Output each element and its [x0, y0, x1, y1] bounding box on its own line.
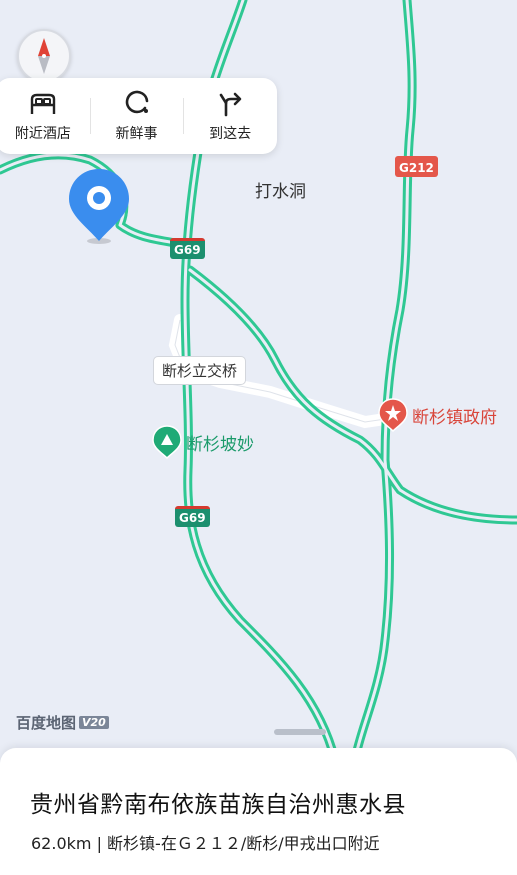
brand-version: V20: [79, 716, 109, 729]
go-here-button[interactable]: 到这去: [183, 78, 277, 154]
poi-duanshan-gov[interactable]: 断杉镇政府: [378, 398, 497, 432]
gov-pin-icon: [378, 398, 408, 432]
brand-logo: 百度地图 V20: [16, 712, 109, 733]
brand-name: 百度地图: [16, 714, 77, 732]
news-label: 新鲜事: [115, 126, 158, 142]
map-label-dashuidong: 打水洞: [255, 182, 306, 202]
road-badge-g69: G69: [170, 238, 205, 259]
current-location-pin[interactable]: [67, 167, 131, 247]
poi-park-label: 断杉坡妙: [186, 434, 254, 455]
sheet-drag-handle[interactable]: [274, 729, 326, 735]
poi-gov-label: 断杉镇政府: [412, 407, 497, 428]
nearby-hotels-label: 附近酒店: [14, 126, 71, 142]
route-arrow-icon: [219, 92, 242, 117]
go-here-label: 到这去: [209, 126, 252, 142]
bridge-label[interactable]: 断杉立交桥: [153, 356, 247, 385]
news-button[interactable]: 新鲜事: [89, 78, 184, 154]
poi-duanshan-pomiao[interactable]: 断杉坡妙: [152, 425, 254, 459]
bed-icon: [30, 93, 56, 114]
place-subtitle: 62.0km | 断杉镇-在Ｇ２１２/断杉/甲戎出口附近: [31, 834, 380, 853]
compass-button[interactable]: [17, 29, 71, 83]
park-pin-icon: [152, 425, 182, 459]
road-badge-g212: G212: [395, 156, 438, 177]
quick-actions-toolbar: 附近酒店 新鲜事 到这去: [0, 78, 277, 154]
place-title: 贵州省黔南布依族苗族自治州惠水县: [30, 792, 406, 818]
nearby-hotels-button[interactable]: 附近酒店: [0, 78, 90, 154]
compass-icon: [38, 38, 50, 74]
road-badge-g69-south: G69: [175, 506, 210, 527]
location-pin-icon: [69, 169, 129, 244]
refresh-icon: [125, 90, 148, 114]
